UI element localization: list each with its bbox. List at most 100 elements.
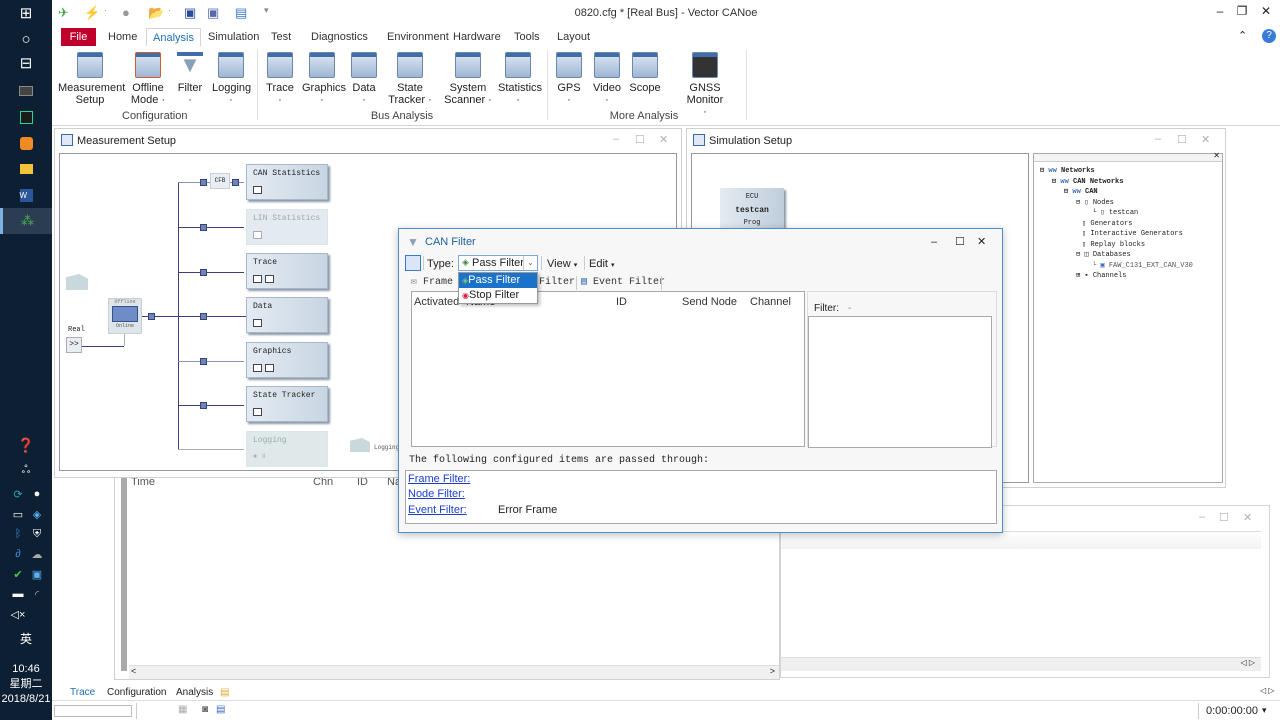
column-send-node[interactable]: Send Node [682,296,737,308]
logging-button[interactable]: Logging · [212,52,251,106]
tab-scroll-icon[interactable]: ◁ ▷ [1260,686,1275,695]
tab-simulation[interactable]: Simulation [202,28,265,46]
maximize-icon[interactable]: ☐ [635,133,645,146]
tab-environment[interactable]: Environment [381,28,455,46]
node-filter-link[interactable]: Node Filter: [408,488,465,500]
scope-button[interactable]: Scope [629,52,661,94]
measurement-setup-button[interactable]: Measurement Setup [58,52,125,106]
real-bus-button[interactable]: >> [66,337,82,353]
filter-details-box[interactable] [808,316,992,448]
node-lin-statistics[interactable]: LIN Statistics [246,209,328,245]
new-desktop-tab-icon[interactable]: ▤ [220,686,229,699]
help-icon[interactable]: ? [1262,29,1276,43]
edit-menu[interactable]: Edit ▾ [589,258,615,270]
dialog-close-button[interactable]: ✕ [977,229,986,255]
volume-muted-icon[interactable]: ◁× [7,605,29,623]
status-input[interactable] [54,705,132,717]
tab-home[interactable]: Home [102,28,143,46]
restore-button[interactable]: ❐ [1230,4,1254,22]
tree-item-testcan[interactable]: └ ▯ testcan [1040,208,1193,219]
scroll-left-icon[interactable]: < [131,666,136,676]
statistics-window-icon[interactable] [253,186,262,194]
dialog-minimize-button[interactable]: – [931,229,937,255]
node-graphics[interactable]: Graphics [246,342,328,378]
gnss-monitor-button[interactable]: GNSS Monitor · [672,52,738,118]
onedrive-icon[interactable]: ☁ [26,545,48,563]
state-tracker-window-icon[interactable] [253,408,262,416]
app-tray-icon[interactable]: ● [26,485,48,503]
tree-item-nodes[interactable]: ⊟ ▯ Nodes [1040,198,1193,209]
dialog-maximize-button[interactable]: ☐ [955,229,965,255]
trace-splitter[interactable] [121,475,127,671]
state-tracker-button[interactable]: State Tracker · [386,52,434,106]
node-can-statistics[interactable]: CAN Statistics [246,164,328,200]
people-icon[interactable]: ஃ [15,462,37,480]
capl-icon[interactable]: ▦ [178,704,187,715]
maximize-icon[interactable]: ☐ [1219,511,1229,524]
close-icon[interactable]: ✕ [1201,133,1210,146]
data-button[interactable]: Data · [350,52,378,106]
trace-window-icon[interactable] [253,275,262,283]
tab-test[interactable]: Test [265,28,297,46]
frame-filter-list[interactable]: Activated Name ID Send Node Channel [411,291,805,447]
bottom-tab-configuration[interactable]: Configuration [107,686,166,699]
log-icon[interactable] [265,364,274,372]
offline-source-folder-icon[interactable] [66,274,88,290]
shield-tray-icon[interactable]: ◈ [26,505,48,523]
trace-horizontal-scrollbar[interactable]: < > [129,665,779,679]
tree-item-can-networks[interactable]: ⊟ ww CAN Networks [1040,177,1193,188]
node-trace[interactable]: Trace [246,253,328,289]
file-explorer-icon[interactable] [0,156,52,182]
tab-layout[interactable]: Layout [551,28,596,46]
logging-controls-icon[interactable]: ● ॥ [253,452,266,461]
tree-item-interactive-generators[interactable]: ▯ Interactive Generators [1040,229,1193,240]
log-icon[interactable] [265,275,274,283]
app2-tray-icon[interactable]: ▣ [26,565,48,583]
wifi-icon[interactable]: ◜ [26,585,48,603]
tab-event-filter[interactable]: ▤ Event Filter [581,276,665,290]
trace-button[interactable]: Trace · [264,52,296,106]
graphics-window-icon[interactable] [253,364,262,372]
bottom-tab-analysis[interactable]: Analysis [176,686,213,699]
tab-hardware[interactable]: Hardware [447,28,507,46]
tab-tools[interactable]: Tools [508,28,546,46]
orange-app-icon[interactable] [0,130,52,156]
analysis-scrollbar[interactable]: ◁ ▷ [781,657,1261,671]
minimize-icon[interactable]: – [613,133,619,145]
frame-filter-link[interactable]: Frame Filter: [408,473,470,485]
close-button[interactable]: ✕ [1254,4,1278,22]
minimize-icon[interactable]: – [1199,511,1205,523]
node-data[interactable]: Data [246,297,328,333]
view-menu[interactable]: View ▾ [547,258,577,270]
video-button[interactable]: Video · [592,52,622,106]
option-pass-filter[interactable]: ◈Pass Filter [459,273,537,288]
bottom-tab-trace[interactable]: Trace [70,686,95,699]
column-id[interactable]: ID [616,296,627,308]
tree-item-generators[interactable]: ▯ Generators [1040,219,1193,230]
graphics-button[interactable]: Graphics · [302,52,346,106]
tree-item-can[interactable]: ⊟ ww CAN [1040,187,1193,198]
canoe-app-icon[interactable]: ⁂ [0,208,52,234]
scroll-arrows-icon[interactable]: ◁ ▷ [1240,658,1255,667]
node-logging[interactable]: Logging ● ॥ [246,431,328,467]
help-tray-icon[interactable]: ❓ [15,436,37,454]
security-icon[interactable]: ⛨ [26,525,48,543]
system-scanner-button[interactable]: System Scanner · [444,52,492,106]
option-stop-filter[interactable]: ◉Stop Filter [459,288,537,303]
task-view-icon[interactable]: ⊟ [0,50,52,76]
filter-button[interactable]: ▼ Filter · [176,52,204,106]
column-activated[interactable]: Activated [414,296,459,308]
minimize-button[interactable]: – [1208,4,1232,22]
gps-button[interactable]: GPS · [554,52,584,106]
column-channel[interactable]: Channel [750,296,791,308]
time-dropdown-icon[interactable]: ▾ [1262,705,1267,716]
tab-analysis[interactable]: Analysis [146,28,201,46]
word-app-icon[interactable]: W [0,182,52,208]
offline-mode-button[interactable]: Offline Mode · [128,52,168,106]
event-filter-link[interactable]: Event Filter: [408,504,467,516]
logging-file-icon[interactable] [350,438,370,452]
cortana-icon[interactable]: ○ [0,26,52,52]
tree-item-replay-blocks[interactable]: ▯ Replay blocks [1040,240,1193,251]
taskbar-clock[interactable]: 10:46 星期二 2018/8/21 [0,662,52,707]
maximize-icon[interactable]: ☐ [1177,133,1187,146]
